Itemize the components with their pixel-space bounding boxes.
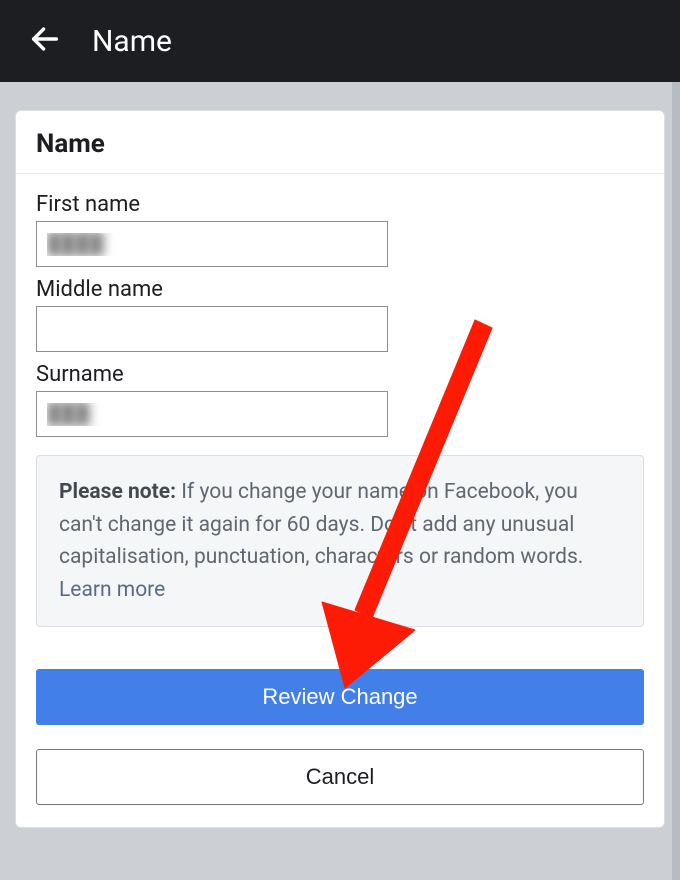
- name-card: Name First name Middle name Surname Plea…: [15, 110, 665, 828]
- middle-name-input[interactable]: [36, 306, 388, 352]
- app-header: Name: [0, 0, 680, 82]
- review-change-button[interactable]: Review Change: [36, 669, 644, 725]
- middle-name-field-group: Middle name: [36, 277, 644, 352]
- card-header: Name: [16, 111, 664, 174]
- notice-box: Please note: If you change your name on …: [36, 455, 644, 627]
- learn-more-link[interactable]: Learn more: [59, 578, 165, 602]
- middle-name-label: Middle name: [36, 277, 644, 302]
- card-title: Name: [36, 129, 644, 159]
- page-title: Name: [92, 24, 172, 59]
- scrollbar[interactable]: [672, 82, 680, 880]
- arrow-left-icon: [28, 22, 62, 60]
- content-area: Name First name Middle name Surname Plea…: [0, 82, 680, 828]
- first-name-label: First name: [36, 192, 644, 217]
- notice-bold: Please note:: [59, 480, 176, 504]
- surname-input[interactable]: [36, 391, 388, 437]
- first-name-input[interactable]: [36, 221, 388, 267]
- surname-field-group: Surname: [36, 362, 644, 437]
- name-form: First name Middle name Surname: [16, 174, 664, 437]
- first-name-field-group: First name: [36, 192, 644, 267]
- cancel-button[interactable]: Cancel: [36, 749, 644, 805]
- back-button[interactable]: [28, 22, 62, 60]
- actions: Review Change Cancel: [16, 645, 664, 827]
- surname-label: Surname: [36, 362, 644, 387]
